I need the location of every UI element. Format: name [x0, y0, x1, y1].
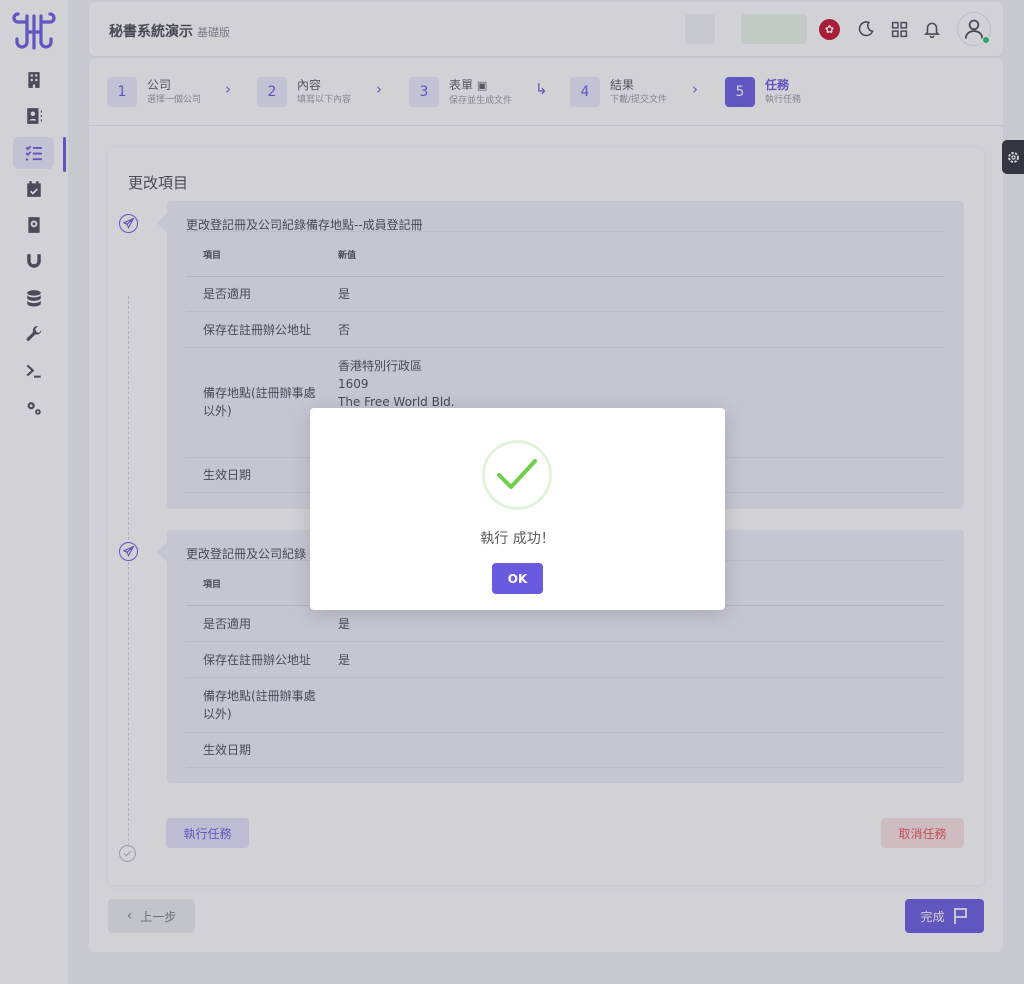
ok-button[interactable]: OK [492, 563, 543, 594]
success-dialog: 執行 成功！ OK [310, 408, 725, 610]
dialog-message: 執行 成功！ [480, 531, 555, 547]
success-check-icon [482, 440, 552, 510]
